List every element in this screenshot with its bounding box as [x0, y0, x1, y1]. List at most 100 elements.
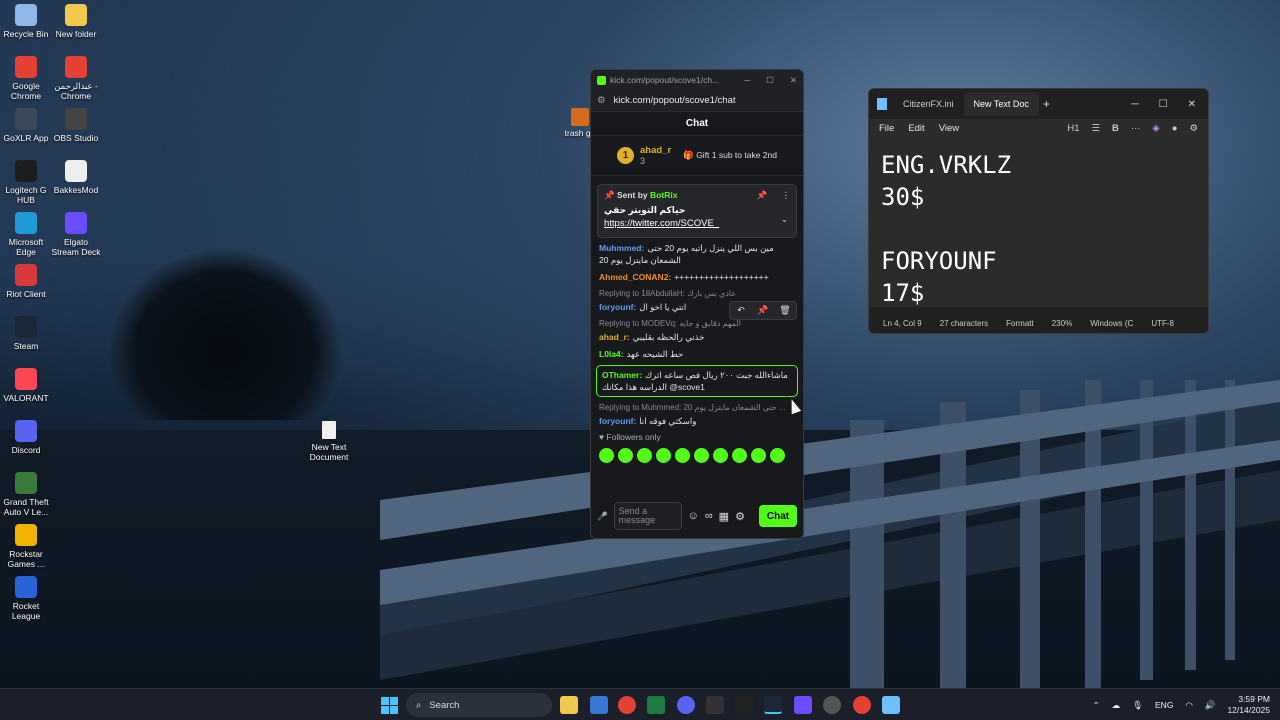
heading-dropdown[interactable]: H1 [1067, 123, 1079, 134]
chat-message[interactable]: Replying to MODEVq: المهم دقايق و جايه ah… [599, 318, 795, 343]
desktop-icon[interactable]: Logitech G HUB [0, 160, 52, 205]
pinned-sender[interactable]: BotRix [650, 190, 677, 200]
desktop-icon[interactable]: Riot Client [0, 264, 52, 299]
bold-icon[interactable]: B [1112, 123, 1119, 134]
rockstar-taskbar-icon[interactable] [706, 696, 724, 714]
desktop-icon[interactable]: Grand Theft Auto V Le... [0, 472, 52, 517]
desktop-icon[interactable]: BakkesMod [50, 160, 102, 195]
emote-icon[interactable] [770, 448, 785, 463]
chat-message[interactable]: OThamer: ماشاءالله جبت ٢٠٠ ريال فص ساعه ا… [596, 365, 798, 397]
wifi-icon[interactable]: ◠ [1185, 700, 1192, 711]
settings-gear-icon[interactable]: ⚙ [735, 510, 745, 523]
chevron-down-icon[interactable]: ⌄ [781, 214, 788, 225]
desktop-icon[interactable]: VALORANT [0, 368, 52, 403]
desktop-icon[interactable]: OBS Studio [50, 108, 102, 143]
emote-icon[interactable] [694, 448, 709, 463]
file-explorer-icon[interactable] [560, 696, 578, 714]
notepad-editor[interactable]: ENG.VRKLZ 30$ FORYOUNF 17$ [869, 137, 1208, 307]
settings-icon[interactable]: ⚙ [1189, 123, 1198, 134]
reply-reference[interactable]: Replying to 18AbdullaH: عادي بس بارك [599, 288, 795, 300]
chat-username[interactable]: ahad_r: [599, 332, 630, 342]
emote-icon[interactable] [732, 448, 747, 463]
pinned-link[interactable]: https://twitter.com/SCOVE_ [604, 218, 790, 229]
excel-icon[interactable] [647, 696, 665, 714]
tab-new-text-doc[interactable]: New Text Doc [963, 92, 1039, 116]
pin-message-icon[interactable]: 📌 [752, 302, 774, 319]
streamdeck-taskbar-icon[interactable] [794, 696, 812, 714]
microphone-tray-icon[interactable]: 🎙 [1132, 700, 1143, 711]
unpin-icon[interactable]: 📌 [757, 190, 768, 201]
format-toggle[interactable]: Formatt [1006, 319, 1034, 328]
new-tab-icon[interactable]: + [1043, 97, 1050, 111]
desktop-icon[interactable]: Rocket League [0, 576, 52, 621]
desktop-icon[interactable]: Microsoft Edge [0, 212, 52, 257]
close-icon[interactable]: ✕ [1188, 99, 1196, 110]
chrome-profile-taskbar-icon[interactable] [853, 696, 871, 714]
chevron-up-icon[interactable]: ⌃ [1093, 700, 1100, 711]
network-icon[interactable]: ☁ [1112, 700, 1121, 711]
points-icon[interactable]: ∞ [705, 510, 713, 522]
emote-icon[interactable] [656, 448, 671, 463]
minimize-icon[interactable]: ─ [1132, 99, 1139, 110]
desktop-icon[interactable]: Recycle Bin [0, 4, 52, 39]
chat-username[interactable]: Ahmed_CONAN2: [599, 272, 671, 282]
kick-url-bar[interactable]: ⚙ kick.com/popout/scove1/chat [591, 90, 803, 112]
menu-view[interactable]: View [939, 123, 959, 134]
desktop-icon[interactable]: عبدالرحمن - Chrome [50, 56, 102, 101]
desktop-icon[interactable]: Elgato Stream Deck [50, 212, 102, 257]
gift-prompt[interactable]: 🎁 Gift 1 sub to take 2nd [683, 150, 777, 161]
more-options-icon[interactable]: ⋮ [782, 190, 791, 201]
maximize-icon[interactable]: ☐ [766, 75, 774, 86]
maximize-icon[interactable]: ☐ [1159, 99, 1168, 110]
account-icon[interactable]: ● [1172, 123, 1178, 134]
list-icon[interactable]: ☰ [1092, 123, 1101, 134]
store-app-icon[interactable] [590, 696, 608, 714]
emote-icon[interactable] [637, 448, 652, 463]
leader-username[interactable]: ahad_r [640, 145, 671, 156]
chat-username[interactable]: foryounf: [599, 416, 636, 426]
desktop-icon[interactable]: New folder [50, 4, 102, 39]
delete-icon[interactable]: 🗑 [774, 302, 796, 319]
notepad-taskbar-icon[interactable] [882, 696, 900, 714]
desktop-icon-new-text-document[interactable]: New Text Document [306, 421, 352, 462]
emote-icon[interactable] [618, 448, 633, 463]
chat-username[interactable]: Muhmmed: [599, 243, 644, 253]
chat-username[interactable]: L0la4: [599, 349, 624, 359]
desktop-icon[interactable]: Steam [0, 316, 52, 351]
chat-username[interactable]: foryounf: [599, 302, 636, 312]
language-indicator[interactable]: ENG [1155, 700, 1173, 710]
site-settings-icon[interactable]: ⚙ [597, 95, 606, 106]
capcut-icon[interactable] [735, 696, 753, 714]
desktop-icon[interactable]: GoXLR App [0, 108, 52, 143]
copilot-icon[interactable]: ◈ [1152, 123, 1159, 134]
chrome-taskbar-icon[interactable] [618, 696, 636, 714]
chat-message[interactable]: Muhmmed: مين بس اللي ينزل راتبه يوم 20 حت… [599, 242, 795, 266]
chat-message[interactable]: L0la4: حط الشيحه عهد [599, 348, 795, 360]
desktop-icon[interactable]: Rockstar Games ... [0, 524, 52, 569]
more-icon[interactable]: ··· [1131, 123, 1141, 134]
reply-reference[interactable]: Replying to Muhmmed: 20 حتى الشمعان مايت… [599, 402, 795, 414]
obs-taskbar-icon[interactable] [823, 696, 841, 714]
chat-username[interactable]: OThamer: [602, 370, 642, 380]
menu-file[interactable]: File [879, 123, 894, 134]
microphone-icon[interactable]: 🎤 [597, 511, 608, 522]
minimize-icon[interactable]: ─ [744, 75, 750, 86]
menu-edit[interactable]: Edit [908, 123, 924, 134]
volume-icon[interactable]: 🔊 [1205, 700, 1216, 711]
steam-taskbar-icon[interactable] [764, 696, 782, 714]
emoji-icon[interactable]: ☺ [688, 510, 699, 522]
emote-icon[interactable] [751, 448, 766, 463]
chat-message[interactable]: Replying to Muhmmed: 20 حتى الشمعان مايت… [599, 402, 795, 427]
clock[interactable]: 3:59 PM 12/14/2025 [1227, 694, 1270, 716]
emote-icon[interactable] [675, 448, 690, 463]
emote-icon[interactable] [599, 448, 614, 463]
desktop-icon[interactable]: Google Chrome [0, 56, 52, 101]
emote-icon[interactable] [713, 448, 728, 463]
tab-citizenfx[interactable]: CitizenFX.ini [893, 92, 964, 116]
close-icon[interactable]: ✕ [790, 75, 797, 86]
discord-taskbar-icon[interactable] [677, 696, 695, 714]
store-icon[interactable]: ▦ [719, 510, 729, 523]
desktop-icon[interactable]: Discord [0, 420, 52, 455]
taskbar-search[interactable]: ⌕ Search [406, 693, 552, 717]
start-button[interactable] [381, 697, 398, 714]
